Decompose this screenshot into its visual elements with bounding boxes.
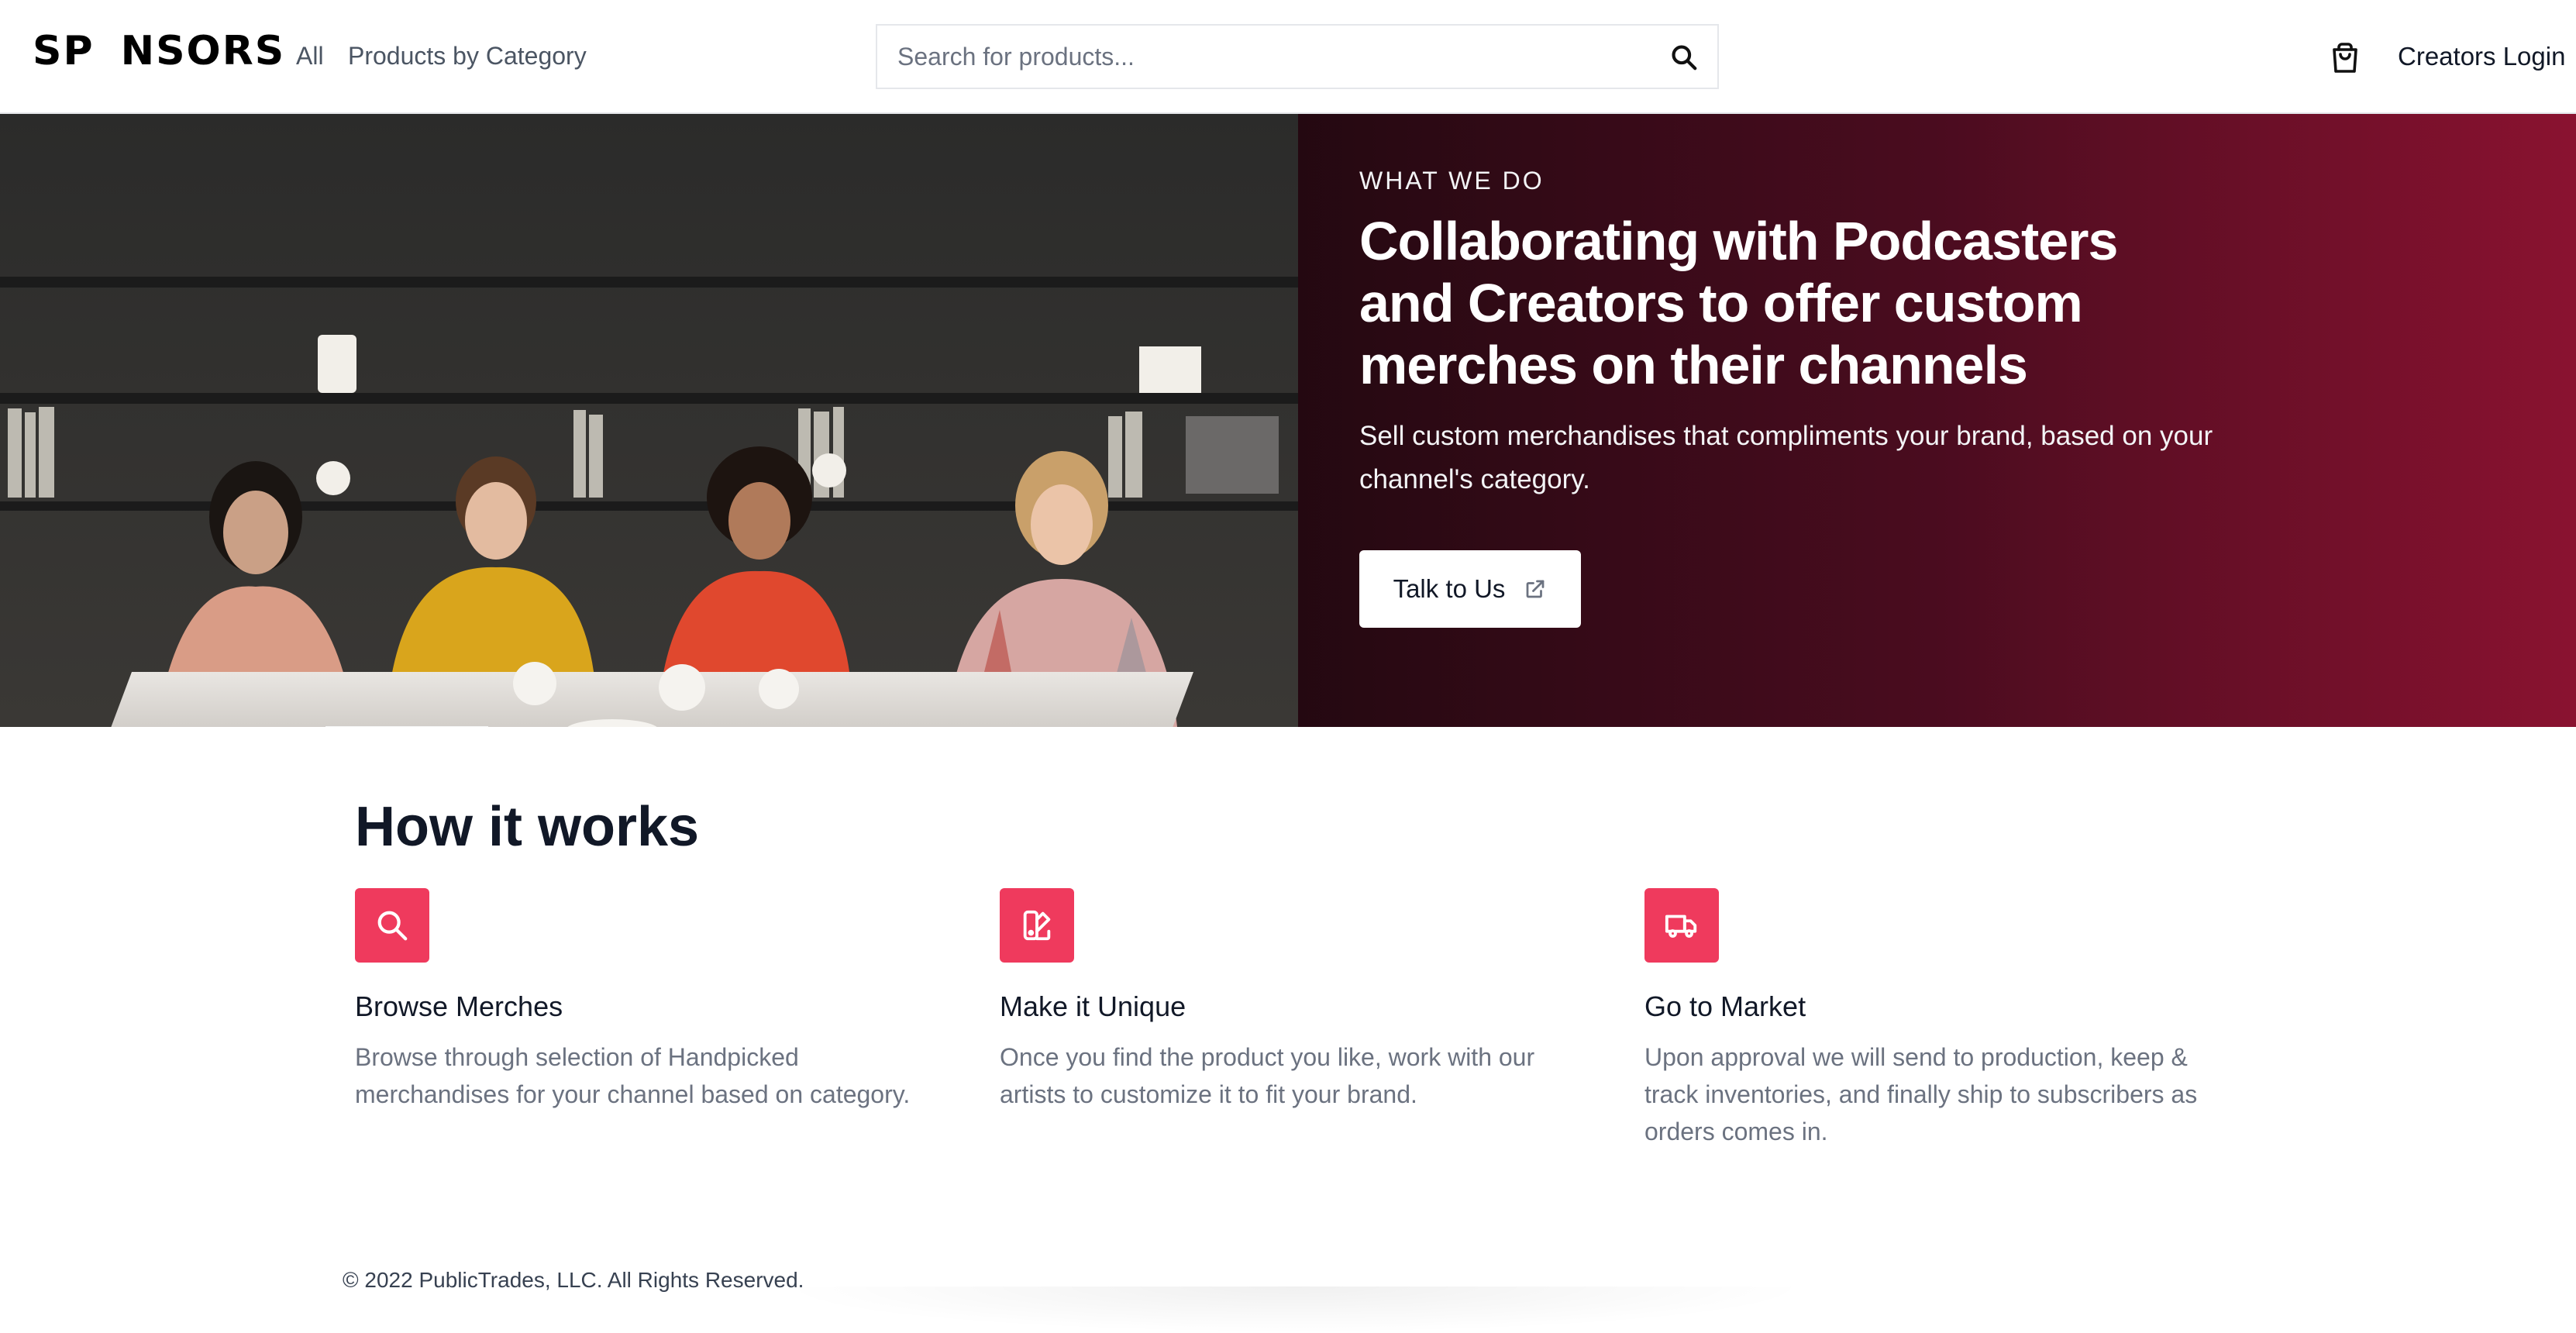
step-go-to-market: Go to Market Upon approval we will send … (1644, 888, 2233, 1150)
search-button[interactable] (1666, 40, 1702, 75)
search-icon (377, 911, 408, 941)
step-description: Upon approval we will send to production… (1644, 1043, 2198, 1145)
step-icon-box (1000, 888, 1074, 963)
sponsors-logo[interactable]: SP NSORS (33, 28, 285, 74)
footer-copyright: © 2022 PublicTrades, LLC. All Rights Res… (343, 1268, 804, 1292)
footer-shadow (775, 1286, 1813, 1333)
hero-subtitle: Sell custom merchandises that compliment… (1359, 421, 2213, 494)
search-icon (1672, 45, 1697, 71)
swatch-icon (1023, 910, 1051, 941)
hero-title: Collaborating with Podcasters and Creato… (1359, 211, 2118, 395)
external-link-icon (1527, 580, 1545, 598)
logo-text-part1: SP (33, 28, 95, 74)
cart-button[interactable] (2325, 37, 2365, 78)
hero-image (0, 114, 1298, 727)
shopping-bag-icon (2333, 43, 2357, 73)
nav-link-all[interactable]: All (296, 42, 324, 71)
step-title: Go to Market (1644, 990, 1806, 1022)
truck-icon (1665, 914, 1697, 938)
logo-text-part2: NSORS (120, 28, 286, 74)
creators-login-link[interactable]: Creators Login (2398, 42, 2565, 71)
step-make-it-unique: Make it Unique Once you find the product… (1000, 888, 1589, 1113)
step-title: Browse Merches (355, 990, 563, 1022)
how-it-works-heading: How it works (355, 796, 700, 858)
hero-section: WHAT WE DO Collaborating with Podcasters… (0, 114, 2576, 727)
talk-to-us-button[interactable]: Talk to Us (1359, 550, 1581, 628)
nav-link-products-by-category[interactable]: Products by Category (348, 42, 587, 71)
step-browse-merches: Browse Merches Browse through selection … (355, 888, 944, 1113)
step-title: Make it Unique (1000, 990, 1186, 1022)
step-description: Once you find the product you like, work… (1000, 1043, 1535, 1108)
hero-kicker: WHAT WE DO (1359, 167, 1545, 195)
search-bar (876, 24, 1719, 89)
top-navbar: SP NSORS All Products by Category Creator… (0, 0, 2576, 114)
step-icon-box (355, 888, 429, 963)
talk-to-us-label: Talk to Us (1393, 574, 1506, 603)
search-input[interactable] (877, 26, 1621, 88)
step-description: Browse through selection of Handpicked m… (355, 1043, 911, 1108)
step-icon-box (1644, 888, 1719, 963)
